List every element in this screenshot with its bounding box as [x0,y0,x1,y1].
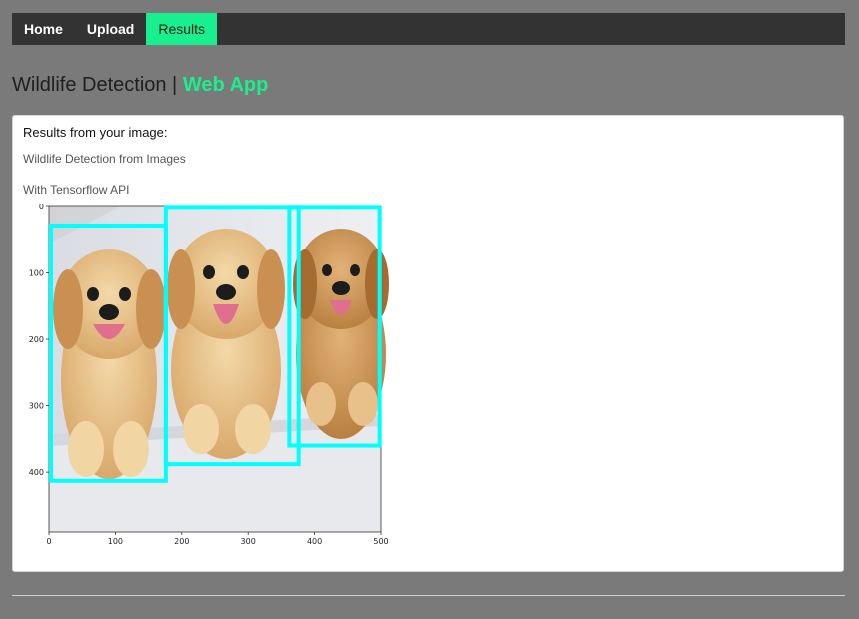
detection-plot: 0 100 200 300 400 500 0 100 200 300 400 [29,204,389,546]
y-tick-label: 300 [29,402,44,411]
page-title: Wildlife Detection | Web App [12,74,268,97]
x-tick-label: 200 [174,537,189,546]
x-tick-label: 100 [108,537,123,546]
y-axis: 0 100 200 300 400 [29,204,49,477]
y-tick-label: 400 [29,468,44,477]
results-card: Results from your image: Wildlife Detect… [12,115,844,572]
y-tick-label: 100 [29,269,44,278]
results-api-line: With Tensorflow API [23,183,130,197]
puppy-middle [167,229,285,459]
results-heading: Results from your image: [23,125,168,140]
page-title-main: Wildlife Detection | [12,74,183,96]
y-tick-label: 0 [39,204,44,211]
x-axis: 0 100 200 300 400 500 [46,532,389,546]
nav-upload-link[interactable]: Upload [75,13,146,45]
results-subtitle: Wildlife Detection from Images [23,152,186,166]
x-tick-label: 300 [241,537,256,546]
puppy-right [293,229,389,439]
x-tick-label: 400 [307,537,322,546]
top-navbar: Home Upload Results [12,13,845,45]
dog-photo [49,206,389,532]
footer-divider [12,595,845,596]
x-tick-label: 0 [46,537,51,546]
y-tick-label: 200 [29,335,44,344]
x-tick-label: 500 [373,537,388,546]
nav-home-link[interactable]: Home [12,13,75,45]
page-title-accent: Web App [182,74,269,96]
nav-results-link[interactable]: Results [146,13,218,45]
